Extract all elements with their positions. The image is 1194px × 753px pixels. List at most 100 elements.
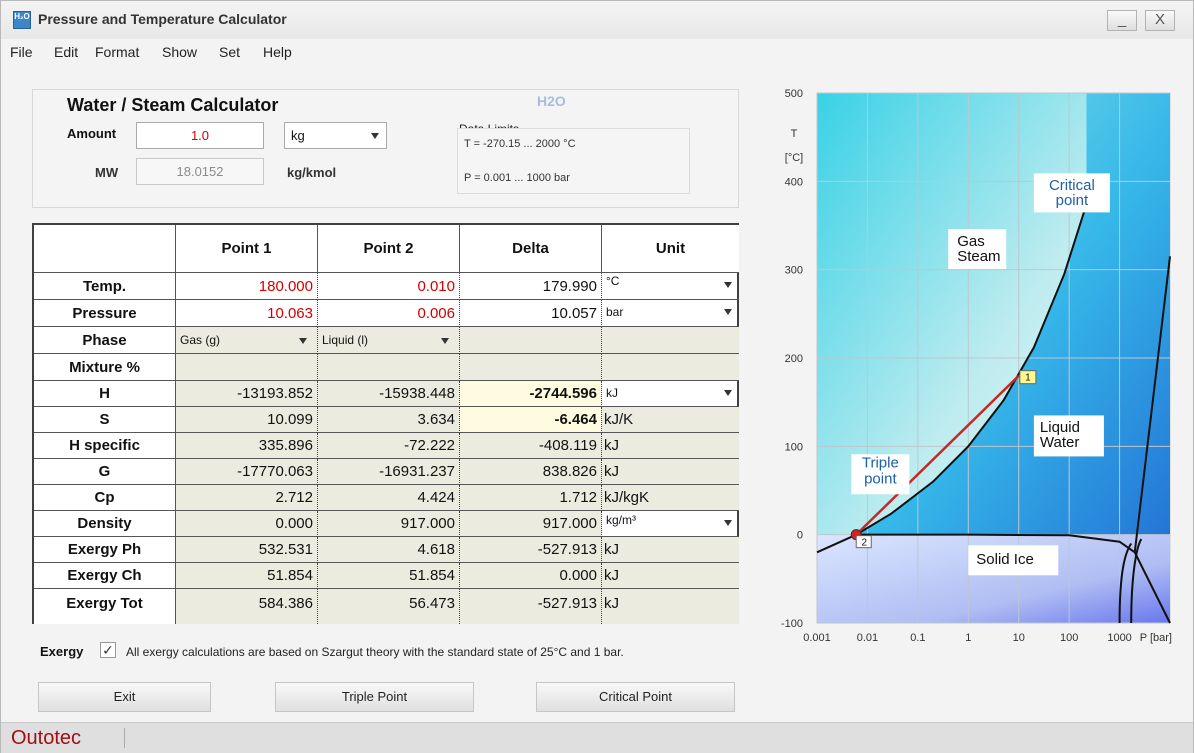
point-1-phase-value: Gas (g) — [180, 333, 221, 347]
triple-point-label-line-2: point — [864, 470, 897, 487]
x-tick-label-6: 1000 — [1107, 632, 1131, 644]
table-header-empty — [34, 225, 176, 273]
density-unit-select[interactable]: kg/m³ — [602, 511, 739, 537]
density-unit-value: kg/m³ — [606, 513, 636, 527]
amount-unit-value: kg — [291, 128, 305, 143]
exergy-label: Exergy — [40, 644, 84, 659]
specific-enthalpy-unit: kJ — [602, 433, 739, 459]
row-label-heat-capacity: Cp — [34, 485, 176, 511]
menu-help[interactable]: Help — [263, 44, 292, 60]
exergy-physical-unit: kJ — [602, 537, 739, 563]
mixture-unit-empty — [602, 354, 739, 381]
status-separator — [124, 728, 125, 748]
point-2-phase-value: Liquid (l) — [322, 333, 369, 347]
x-tick-label-0: 0.001 — [803, 632, 831, 644]
exergy-physical-delta: -527.913 — [460, 537, 602, 563]
chevron-down-icon — [441, 338, 449, 344]
water-app-icon: H₂O — [13, 11, 31, 29]
entropy-unit: kJ/K — [602, 407, 739, 433]
close-icon: X — [1154, 11, 1165, 28]
chevron-down-icon — [299, 338, 307, 344]
chevron-down-icon — [724, 309, 732, 315]
minimize-icon: _ — [1117, 11, 1127, 28]
point-1-pressure-input[interactable]: 10.063 — [176, 300, 318, 327]
y-tick-label-0: 500 — [785, 89, 803, 100]
point-2-exergy-total: 56.473 — [318, 589, 460, 624]
enthalpy-unit-value: kJ — [606, 386, 618, 400]
close-button[interactable]: X — [1145, 10, 1175, 31]
window-title: Pressure and Temperature Calculator — [38, 11, 287, 27]
amount-unit-select[interactable]: kg — [284, 122, 387, 149]
triple-point-button[interactable]: Triple Point — [275, 682, 474, 712]
calculator-title: Water / Steam Calculator — [67, 95, 279, 115]
point-1-heat-capacity: 2.712 — [176, 485, 318, 511]
point-1-density: 0.000 — [176, 511, 318, 537]
y-axis-label-symbol: T — [791, 128, 798, 140]
x-tick-label-4: 10 — [1013, 632, 1025, 644]
row-label-gibbs-energy: G — [34, 459, 176, 485]
critical-point-button[interactable]: Critical Point — [536, 682, 735, 712]
x-axis-label: P [bar] — [1140, 632, 1172, 644]
y-tick-label-2: 300 — [785, 265, 803, 277]
point-1-exergy-physical: 532.531 — [176, 537, 318, 563]
chevron-down-icon — [724, 282, 732, 288]
chevron-down-icon — [371, 133, 379, 139]
checkmark-icon: ✓ — [102, 642, 114, 658]
point-1-exergy-chemical: 51.854 — [176, 563, 318, 589]
exergy-chemical-delta: 0.000 — [460, 563, 602, 589]
y-tick-label-3: 200 — [785, 353, 803, 365]
menu-set[interactable]: Set — [219, 44, 240, 60]
title-bar: H₂O Pressure and Temperature Calculator … — [1, 1, 1193, 39]
temperature-limit-text: T = -270.15 ... 2000 °C — [464, 138, 576, 150]
y-axis-label-unit: [°C] — [785, 152, 803, 164]
pressure-delta: 10.057 — [460, 300, 602, 327]
x-tick-label-3: 1 — [965, 632, 971, 644]
enthalpy-unit-select[interactable]: kJ — [602, 381, 739, 407]
temperature-delta: 179.990 — [460, 273, 602, 300]
point-2-pressure-input[interactable]: 0.006 — [318, 300, 460, 327]
heat-capacity-delta: 1.712 — [460, 485, 602, 511]
row-label-mixture: Mixture % — [34, 354, 176, 381]
point-2-gibbs-energy: -16931.237 — [318, 459, 460, 485]
point-2-specific-enthalpy: -72.222 — [318, 433, 460, 459]
gibbs-energy-unit: kJ — [602, 459, 739, 485]
gas-region-label-line-2: Steam — [957, 248, 1000, 265]
density-delta: 917.000 — [460, 511, 602, 537]
gibbs-energy-delta: 838.826 — [460, 459, 602, 485]
point-1-entropy: 10.099 — [176, 407, 318, 433]
exergy-checkbox[interactable]: ✓ — [100, 642, 116, 658]
point-2-exergy-physical: 4.618 — [318, 537, 460, 563]
phase-delta-empty — [460, 327, 602, 354]
row-label-density: Density — [34, 511, 176, 537]
point-1-enthalpy: -13193.852 — [176, 381, 318, 407]
point-1-exergy-total: 584.386 — [176, 589, 318, 624]
pressure-unit-select[interactable]: bar — [602, 300, 739, 327]
menu-show[interactable]: Show — [162, 44, 197, 60]
point-2-label: 2 — [861, 538, 867, 549]
point-2-phase-select[interactable]: Liquid (l) — [318, 327, 460, 354]
pressure-unit-value: bar — [606, 305, 624, 319]
phase-unit-empty — [602, 327, 739, 354]
pressure-limit-text: P = 0.001 ... 1000 bar — [464, 172, 570, 184]
chevron-down-icon — [724, 520, 732, 526]
x-tick-label-2: 0.1 — [910, 632, 925, 644]
x-tick-label-5: 100 — [1060, 632, 1078, 644]
menu-format[interactable]: Format — [95, 44, 139, 60]
critical-point-label-line-2: point — [1056, 192, 1089, 209]
amount-input[interactable]: 1.0 — [136, 122, 264, 149]
menu-file[interactable]: File — [10, 44, 33, 60]
molecular-weight-field: 18.0152 — [136, 158, 264, 185]
row-label-entropy: S — [34, 407, 176, 433]
temperature-unit-select[interactable]: °C — [602, 273, 739, 300]
y-tick-label-6: -100 — [781, 618, 803, 630]
menu-edit[interactable]: Edit — [54, 44, 78, 60]
triple-point-label-line-1: Triple — [862, 455, 899, 472]
calculator-window: H₂O Pressure and Temperature Calculator … — [0, 0, 1194, 753]
point-1-temperature-input[interactable]: 180.000 — [176, 273, 318, 300]
exit-button[interactable]: Exit — [38, 682, 211, 712]
temperature-unit-value: °C — [606, 274, 620, 288]
point-1-phase-select[interactable]: Gas (g) — [176, 327, 318, 354]
minimize-button[interactable]: _ — [1107, 10, 1137, 31]
table-header-delta: Delta — [460, 225, 602, 273]
point-2-temperature-input[interactable]: 0.010 — [318, 273, 460, 300]
